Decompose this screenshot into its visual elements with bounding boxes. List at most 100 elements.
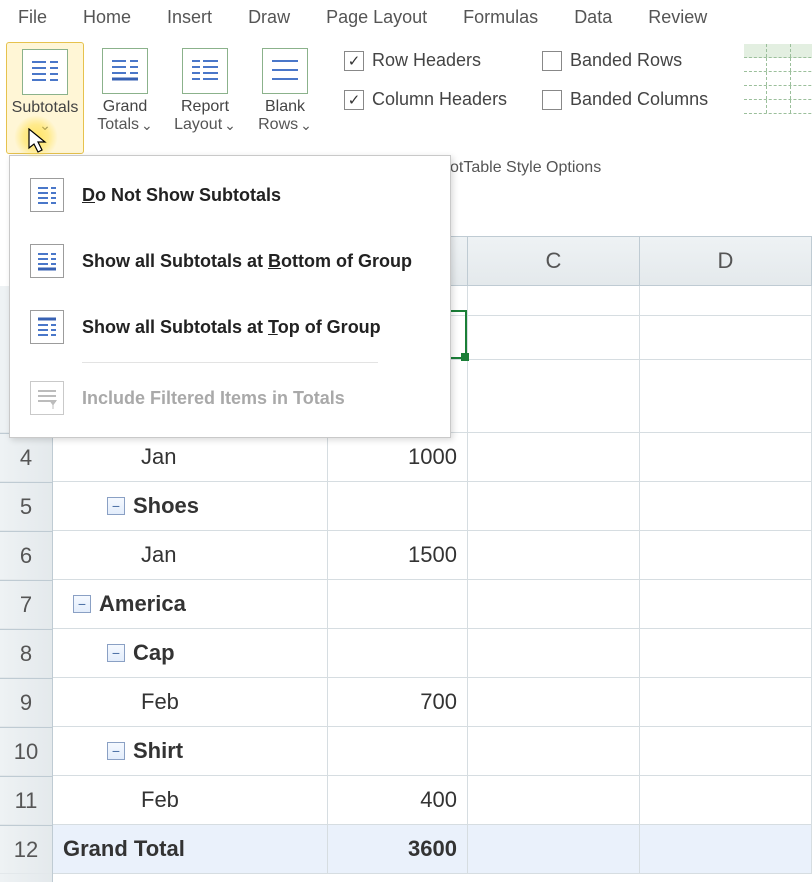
column-header-d[interactable]: D (640, 237, 812, 285)
menu-file[interactable]: File (10, 3, 65, 32)
cell-b10[interactable] (328, 727, 468, 775)
row-header-7[interactable]: 7 (0, 580, 52, 629)
banded-columns-checkbox[interactable]: Banded Columns (542, 89, 712, 110)
cell[interactable] (640, 360, 812, 432)
ribbon: Subtotals ⌄ Grand Totals ⌄ Report Layout… (0, 34, 812, 174)
cell[interactable] (468, 776, 640, 824)
cell-b8[interactable] (328, 629, 468, 677)
cell-a6[interactable]: Jan (53, 531, 328, 579)
cell-b4[interactable]: 1000 (328, 433, 468, 481)
chevron-down-icon: ⌄ (141, 117, 153, 134)
row-header-5[interactable]: 5 (0, 482, 52, 531)
menu-formulas[interactable]: Formulas (445, 3, 556, 32)
cell-b12[interactable]: 3600 (328, 825, 468, 873)
cell-a12[interactable]: Grand Total (53, 825, 328, 873)
blank-rows-button[interactable]: Blank Rows ⌄ (246, 42, 324, 154)
style-options-group-caption: otTable Style Options (450, 159, 601, 177)
cell[interactable] (468, 825, 640, 873)
dd-label: Include Filtered Items in Totals (82, 388, 345, 409)
menu-data[interactable]: Data (556, 3, 630, 32)
dd-subtotals-top[interactable]: Show all Subtotals at Top of Group (10, 294, 450, 360)
collapse-toggle-icon[interactable]: − (107, 644, 125, 662)
cell[interactable] (468, 580, 640, 628)
cell-b11[interactable]: 400 (328, 776, 468, 824)
grand-totals-label: Grand (103, 98, 147, 116)
dd-do-not-show-subtotals[interactable]: Do Not Show Subtotals (10, 162, 450, 228)
dd-include-filtered: Include Filtered Items in Totals (10, 365, 450, 431)
cell[interactable] (640, 316, 812, 359)
chevron-down-icon: ⌄ (224, 117, 236, 134)
checkbox-checked-icon (344, 90, 364, 110)
cell[interactable] (640, 678, 812, 726)
collapse-toggle-icon[interactable]: − (107, 742, 125, 760)
subtotals-dropdown: Do Not Show Subtotals Show all Subtotals… (9, 155, 451, 438)
checkbox-checked-icon (344, 51, 364, 71)
menu-page-layout[interactable]: Page Layout (308, 3, 445, 32)
chevron-down-icon: ⌄ (300, 117, 312, 134)
cell[interactable] (640, 629, 812, 677)
collapse-toggle-icon[interactable]: − (73, 595, 91, 613)
cell[interactable] (640, 433, 812, 481)
cell-a11[interactable]: Feb (53, 776, 328, 824)
cell[interactable] (640, 776, 812, 824)
column-header-c[interactable]: C (468, 237, 640, 285)
report-layout-label: Report (181, 98, 229, 116)
row-header-6[interactable]: 6 (0, 531, 52, 580)
checkbox-unchecked-icon (542, 51, 562, 71)
pivottable-style-thumbnail[interactable] (744, 44, 812, 114)
menubar: File Home Insert Draw Page Layout Formul… (0, 0, 812, 34)
row-header-12[interactable]: 12 (0, 825, 52, 874)
cell[interactable] (468, 360, 640, 432)
cell-b5[interactable] (328, 482, 468, 530)
checkbox-unchecked-icon (542, 90, 562, 110)
cell-b6[interactable]: 1500 (328, 531, 468, 579)
banded-rows-checkbox[interactable]: Banded Rows (542, 50, 712, 71)
row-header-10[interactable]: 10 (0, 727, 52, 776)
cell-a9[interactable]: Feb (53, 678, 328, 726)
row-header-11[interactable]: 11 (0, 776, 52, 825)
cell[interactable] (468, 433, 640, 481)
cell[interactable] (640, 531, 812, 579)
column-headers-checkbox[interactable]: Column Headers (344, 89, 514, 110)
cell[interactable] (640, 482, 812, 530)
grand-totals-button[interactable]: Grand Totals ⌄ (86, 42, 164, 154)
blank-rows-label: Blank (265, 98, 305, 116)
cell[interactable] (468, 678, 640, 726)
grand-totals-icon (102, 48, 148, 94)
menu-review[interactable]: Review (630, 3, 725, 32)
cell-a5[interactable]: − Shoes (53, 482, 328, 530)
cell[interactable] (468, 531, 640, 579)
cell[interactable] (468, 316, 640, 359)
report-layout-button[interactable]: Report Layout ⌄ (166, 42, 244, 154)
filtered-totals-icon (30, 381, 64, 415)
collapse-toggle-icon[interactable]: − (107, 497, 125, 515)
cell[interactable] (640, 580, 812, 628)
row-headers-checkbox[interactable]: Row Headers (344, 50, 514, 71)
cell[interactable] (640, 825, 812, 873)
cell-a8[interactable]: − Cap (53, 629, 328, 677)
dd-subtotals-bottom[interactable]: Show all Subtotals at Bottom of Group (10, 228, 450, 294)
cell[interactable] (640, 727, 812, 775)
cell[interactable] (468, 482, 640, 530)
cell-b7[interactable] (328, 580, 468, 628)
menu-insert[interactable]: Insert (149, 3, 230, 32)
chevron-down-icon: ⌄ (39, 117, 51, 134)
report-layout-icon (182, 48, 228, 94)
ribbon-group-styles (726, 34, 812, 174)
row-header-8[interactable]: 8 (0, 629, 52, 678)
row-header-4[interactable]: 4 (0, 433, 52, 482)
menu-draw[interactable]: Draw (230, 3, 308, 32)
subtotals-button[interactable]: Subtotals ⌄ (6, 42, 84, 154)
dropdown-separator (82, 362, 378, 363)
cell[interactable] (468, 727, 640, 775)
cell-b9[interactable]: 700 (328, 678, 468, 726)
cell-a4[interactable]: Jan (53, 433, 328, 481)
cell[interactable] (468, 286, 640, 315)
cell-a7[interactable]: − America (53, 580, 328, 628)
cell-a10[interactable]: − Shirt (53, 727, 328, 775)
cell[interactable] (640, 286, 812, 315)
dd-label: Show all Subtotals at Top of Group (82, 317, 381, 338)
row-header-9[interactable]: 9 (0, 678, 52, 727)
menu-home[interactable]: Home (65, 3, 149, 32)
cell[interactable] (468, 629, 640, 677)
